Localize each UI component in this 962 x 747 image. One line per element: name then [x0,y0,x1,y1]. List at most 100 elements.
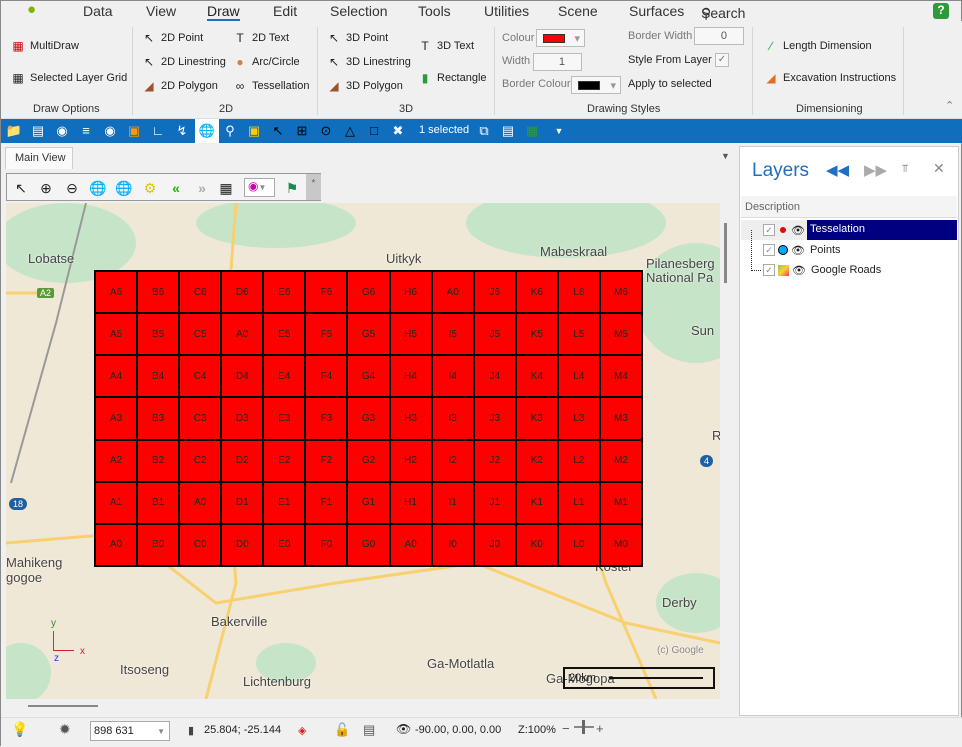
forward-icon[interactable]: » [193,179,211,197]
grid-cell[interactable]: M2 [599,439,642,482]
report-icon[interactable]: ▤ [29,123,47,139]
select-crop-icon[interactable]: ⊞ [293,123,311,139]
vertical-scrollbar[interactable] [720,203,732,699]
grid-cell[interactable]: M6 [599,271,642,314]
zoom-selection-icon[interactable]: ⧉ [475,123,493,139]
grid-cell[interactable]: D3 [221,397,264,440]
frame-icon[interactable]: ▣ [245,123,263,139]
google-maps-icon[interactable]: ◉ [101,123,119,139]
grid-cell[interactable]: K2 [515,439,558,482]
layer-row-points[interactable]: ✓ 👁 Points [741,240,957,260]
tessellation-grid[interactable]: A6 B6 C6 D6 E6 F6 G6 H6 A0 J6 K6 L6 M6 A5 B5 C5 A0 E5 F5 G5… [94,270,643,567]
grid-cell[interactable]: L2 [557,439,600,482]
3d-text-button[interactable]: T 3D Text [417,38,474,54]
tab-data[interactable]: Data [83,3,113,19]
grid-cell[interactable]: G2 [347,439,390,482]
grid-cell[interactable]: M5 [599,313,642,356]
grid-cell[interactable]: E3 [263,397,306,440]
tab-edit[interactable]: Edit [273,3,297,19]
grid-cell[interactable]: J1 [473,481,516,524]
2d-text-button[interactable]: T 2D Text [232,30,289,46]
grid-cell[interactable]: L6 [557,271,600,314]
grid-cell[interactable]: E0 [263,523,306,566]
layer-row-tesselation[interactable]: ✓ 👁 Tesselation [741,220,957,240]
visibility-checkbox[interactable]: ✓ [763,224,775,236]
3d-polygon-button[interactable]: ◢ 3D Polygon [326,78,403,94]
grid-cell[interactable]: H2 [389,439,432,482]
grid-cell[interactable]: D1 [221,481,264,524]
rectangle-button[interactable]: ▮ Rectangle [417,70,487,86]
palette-icon[interactable]: ◉ [53,123,71,139]
2d-point-button[interactable]: ↖ 2D Point [141,30,203,46]
close-icon[interactable]: ✕ [933,160,945,177]
layers-icon[interactable]: ≡ [77,123,95,139]
back-icon[interactable]: « [167,179,185,197]
grid-cell[interactable]: A6 [95,271,138,314]
grid-cell[interactable]: I5 [431,313,474,356]
grid-cell[interactable]: G3 [347,397,390,440]
zoom-slider[interactable] [574,720,594,734]
grid-cell[interactable]: A5 [95,313,138,356]
location-pin-icon[interactable]: ⚲ [221,123,239,139]
grid-cell[interactable]: H1 [389,481,432,524]
grid-cell[interactable]: J2 [473,439,516,482]
2d-linestring-button[interactable]: ↖ 2D Linestring [141,54,226,70]
grid-cell[interactable]: G5 [347,313,390,356]
grid-cell[interactable]: C6 [179,271,222,314]
apply-to-selected-button[interactable]: Apply to selected [628,78,712,90]
grid-cell[interactable]: B4 [137,355,180,398]
zoom-out-button[interactable]: − [562,721,570,736]
grid-cell[interactable]: J0 [473,523,516,566]
collapse-left-icon[interactable]: ◀◀ [826,161,849,179]
grid-cell[interactable]: F1 [305,481,348,524]
grid-cell[interactable]: I0 [431,523,474,566]
colour-picker[interactable]: ▾ [536,29,585,47]
grid-cell[interactable]: L5 [557,313,600,356]
grid-cell[interactable]: M0 [599,523,642,566]
grid-cell[interactable]: D0 [221,523,264,566]
column-header-description[interactable]: Description [741,196,957,218]
eye-icon[interactable]: 👁 [791,224,805,237]
grid-cell[interactable]: C0 [179,523,222,566]
zoom-slider-thumb[interactable] [582,720,585,734]
scale-dropdown[interactable]: 898 631 ▼ [90,721,170,741]
tab-selection[interactable]: Selection [330,3,388,19]
comment-icon[interactable]: ▤ [363,722,375,738]
scrollbar-thumb[interactable] [724,223,727,283]
grid-cell[interactable]: F5 [305,313,348,356]
measure-angle-icon[interactable]: ∟ [149,123,167,139]
grid-cell[interactable]: G0 [347,523,390,566]
globe-icon[interactable]: 🌐 [89,179,107,197]
layer-row-google-roads[interactable]: ✓ 👁 Google Roads [741,260,957,280]
3d-linestring-button[interactable]: ↖ 3D Linestring [326,54,411,70]
grid-cell[interactable]: B5 [137,313,180,356]
border-width-stepper[interactable]: 0 [694,27,744,45]
globe-extent-icon[interactable]: 🌐 [115,179,133,197]
grid-cell[interactable]: F3 [305,397,348,440]
2d-polygon-button[interactable]: ◢ 2D Polygon [141,78,218,94]
grid-cell[interactable]: A3 [95,397,138,440]
grid-cell[interactable]: E2 [263,439,306,482]
visibility-checkbox[interactable]: ✓ [763,244,775,256]
grid-cell[interactable]: H6 [389,271,432,314]
grid-cell[interactable]: I1 [431,481,474,524]
grid-cell[interactable]: M4 [599,355,642,398]
grid-cell[interactable]: G6 [347,271,390,314]
grid-cell[interactable]: F2 [305,439,348,482]
grid-cell[interactable]: K3 [515,397,558,440]
collapse-ribbon-icon[interactable]: ⌃ [945,99,954,112]
grid-cell[interactable]: C4 [179,355,222,398]
grid-cell[interactable]: M1 [599,481,642,524]
grid-cell[interactable]: J6 [473,271,516,314]
colour-scheme-dropdown[interactable]: ◉▼ [244,178,275,197]
snap-icon[interactable]: ◈ [298,724,306,737]
grid-cell[interactable]: C5 [179,313,222,356]
grid-cell[interactable]: E5 [263,313,306,356]
grid-cell[interactable]: B6 [137,271,180,314]
border-colour-picker[interactable]: ▾ [571,76,621,94]
grid-cell[interactable]: A0 [431,271,474,314]
grid-cell[interactable]: L0 [557,523,600,566]
globe-icon[interactable]: 🌐 [195,119,219,143]
grid-cell[interactable]: A0 [221,313,264,356]
select-point-icon[interactable]: ↖ [269,123,287,139]
